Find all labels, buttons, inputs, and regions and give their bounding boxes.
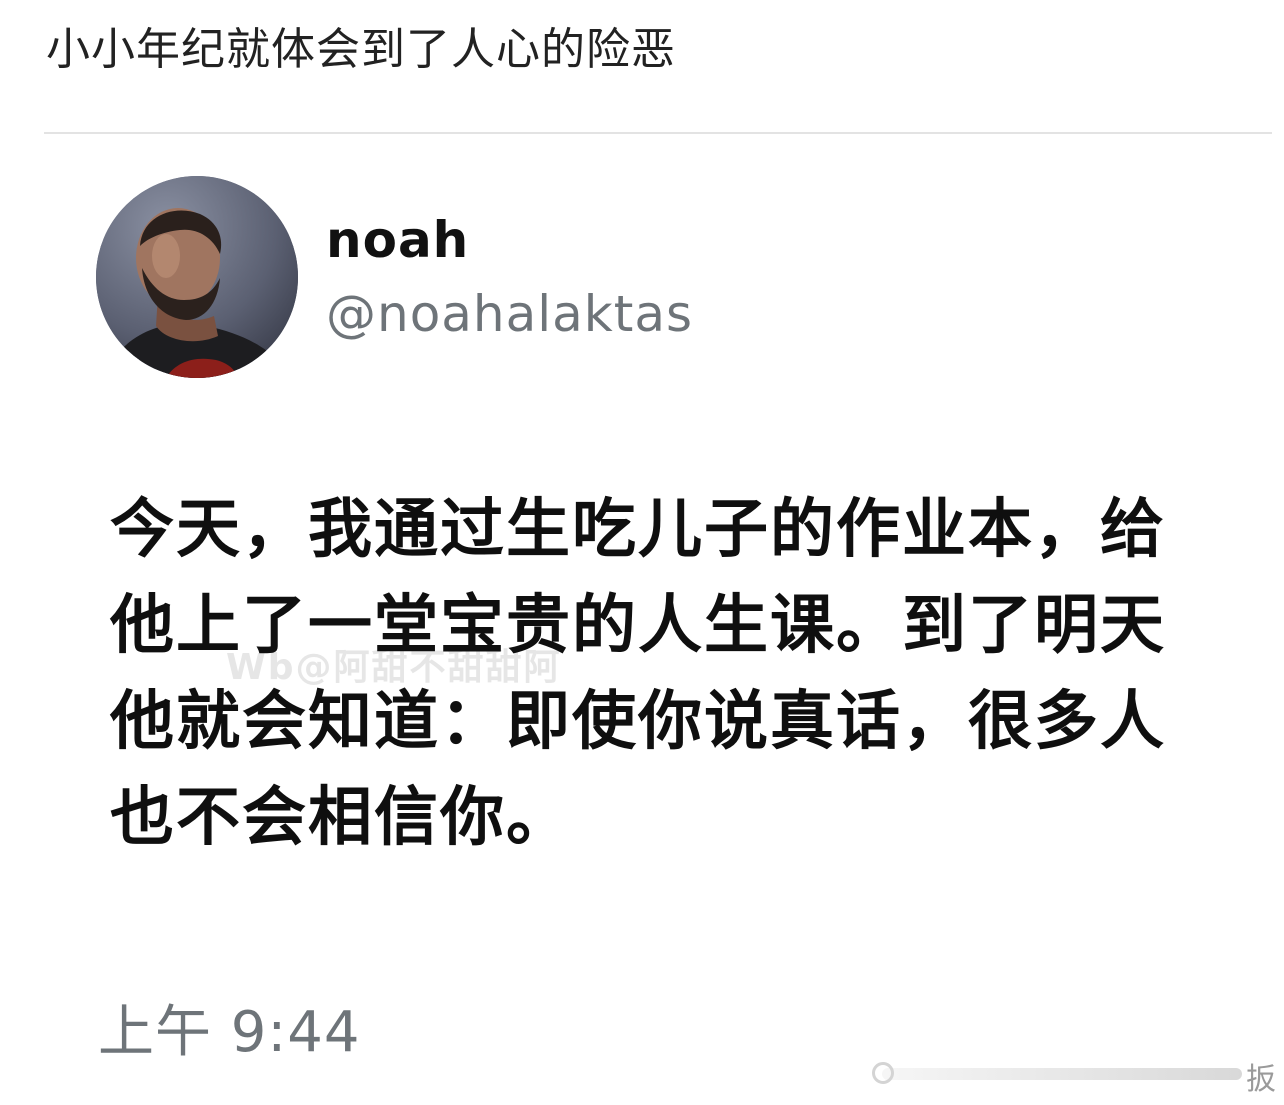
display-name[interactable]: noah <box>326 208 469 272</box>
tweet-text-line: 今天，我通过生吃儿子的作业本，给 <box>110 493 1166 567</box>
weibo-watermark: 扳 <box>868 1054 1278 1097</box>
tweet-text: 今天，我通过生吃儿子的作业本，给 他上了一堂宝贵的人生课。到了明天 他就会知道：… <box>110 482 1200 866</box>
tweet-text-line: 他就会知道：即使你说真话，很多人 <box>110 685 1166 759</box>
caption-divider <box>44 132 1272 134</box>
watermark-glyph: 扳 <box>1246 1062 1276 1097</box>
tweet-text-line: 他上了一堂宝贵的人生课。到了明天 <box>110 589 1166 663</box>
timestamp: 上午 9:44 <box>98 1000 361 1065</box>
tweet-card[interactable]: noah @noahalaktas Wb@阿甜不甜甜阿 今天，我通过生吃儿子的作… <box>0 136 1284 1105</box>
post-caption: 小小年纪就体会到了人心的险恶 <box>46 24 676 75</box>
watermark-bar <box>882 1068 1242 1080</box>
user-handle[interactable]: @noahalaktas <box>326 282 693 346</box>
tweet-text-line: 也不会相信你。 <box>110 781 572 855</box>
profile-photo-icon <box>96 176 298 378</box>
avatar[interactable] <box>96 176 298 378</box>
